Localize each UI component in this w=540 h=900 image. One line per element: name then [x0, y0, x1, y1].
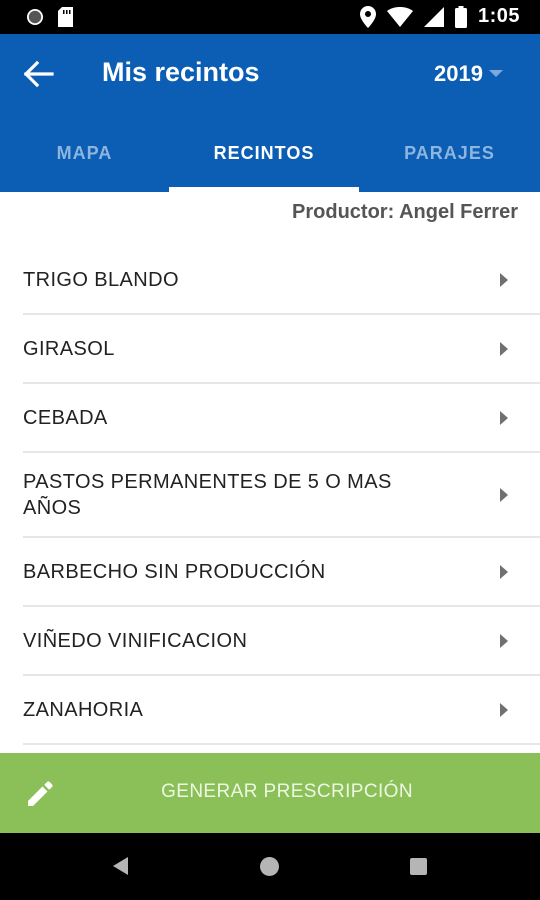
list-item-vinedo[interactable]: VIÑEDO VINIFICACION — [23, 607, 540, 676]
chevron-right-icon — [500, 702, 508, 717]
list-item-zanahoria[interactable]: ZANAHORIA — [23, 676, 540, 745]
chevron-right-icon — [500, 410, 508, 425]
active-tab-indicator — [169, 187, 359, 192]
status-time: 1:05 — [477, 5, 520, 27]
chevron-right-icon — [500, 341, 508, 356]
battery-icon — [454, 5, 467, 28]
arrow-left-icon — [23, 60, 54, 88]
sd-card-icon — [58, 7, 73, 27]
list-item-label: VIÑEDO VINIFICACION — [23, 629, 248, 652]
list-item-pastos-permanentes[interactable]: PASTOS PERMANENTES DE 5 O MAS AÑOS — [23, 453, 540, 538]
list-item-label: GIRASOL — [23, 337, 115, 360]
list-item-label: PASTOS PERMANENTES DE 5 O MAS AÑOS — [23, 470, 392, 519]
nav-recent-apps-icon[interactable] — [410, 858, 427, 875]
year-dropdown[interactable]: 2019 — [434, 61, 503, 87]
chevron-right-icon — [500, 272, 508, 287]
signal-icon — [423, 6, 444, 27]
notification-circle-icon — [27, 9, 43, 25]
page-title: Mis recintos — [102, 57, 260, 87]
list-item-trigo-blando[interactable]: TRIGO BLANDO — [23, 246, 540, 315]
caret-down-icon — [488, 70, 503, 77]
location-icon — [359, 5, 376, 28]
list-item-cebada[interactable]: CEBADA — [23, 384, 540, 453]
app-bar: Mis recintos 2019 — [0, 34, 540, 114]
list-item-label: BARBECHO SIN PRODUCCIÓN — [23, 560, 326, 583]
list-item-label: ZANAHORIA — [23, 698, 144, 721]
list-item-label: TRIGO BLANDO — [23, 268, 179, 291]
wifi-icon — [386, 6, 413, 27]
system-nav-bar — [0, 833, 540, 900]
year-value: 2019 — [434, 61, 483, 86]
crop-list: TRIGO BLANDO GIRASOL CEBADA PASTOS PERMA… — [0, 246, 540, 745]
chevron-right-icon — [500, 487, 508, 502]
generate-prescription-label: GENERAR PRESCRIPCIÓN — [161, 781, 413, 802]
producer-label: Productor: Angel Ferrer — [292, 201, 518, 223]
nav-home-icon[interactable] — [260, 857, 279, 876]
status-bar: 1:05 — [0, 0, 540, 34]
nav-back-icon[interactable] — [113, 857, 129, 875]
tab-mapa[interactable]: MAPA — [0, 114, 169, 192]
list-item-girasol[interactable]: GIRASOL — [23, 315, 540, 384]
chevron-right-icon — [500, 564, 508, 579]
list-item-label: CEBADA — [23, 406, 108, 429]
tab-recintos[interactable]: RECINTOS — [169, 114, 359, 192]
list-item-barbecho[interactable]: BARBECHO SIN PRODUCCIÓN — [23, 538, 540, 607]
chevron-right-icon — [500, 633, 508, 648]
tab-parajes[interactable]: PARAJES — [359, 114, 540, 192]
generate-prescription-button[interactable]: GENERAR PRESCRIPCIÓN — [0, 753, 540, 833]
back-button[interactable] — [22, 58, 58, 90]
tab-bar: MAPA RECINTOS PARAJES — [0, 114, 540, 192]
